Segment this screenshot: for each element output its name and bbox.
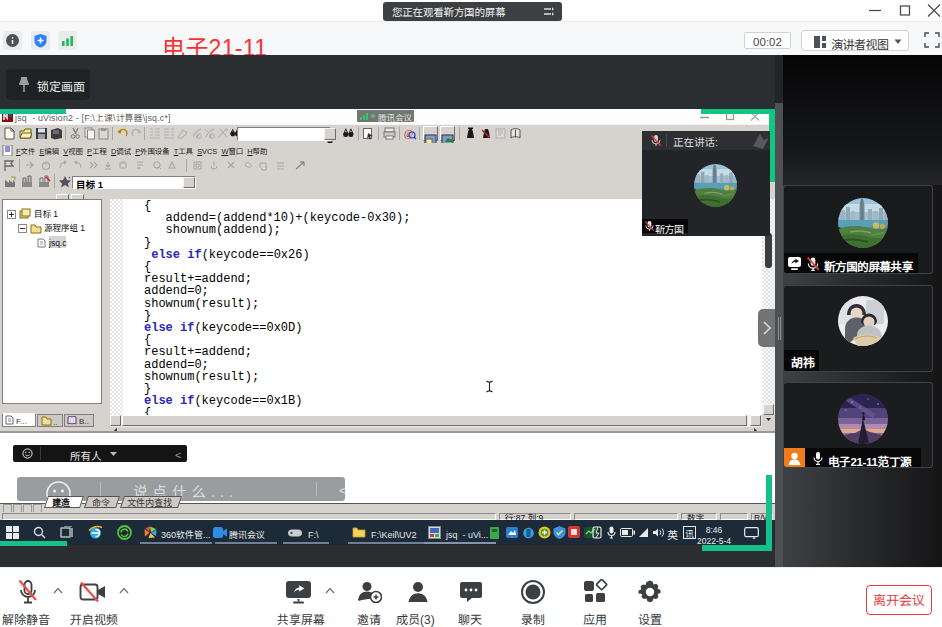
svg-text:@: @ [404,128,413,139]
